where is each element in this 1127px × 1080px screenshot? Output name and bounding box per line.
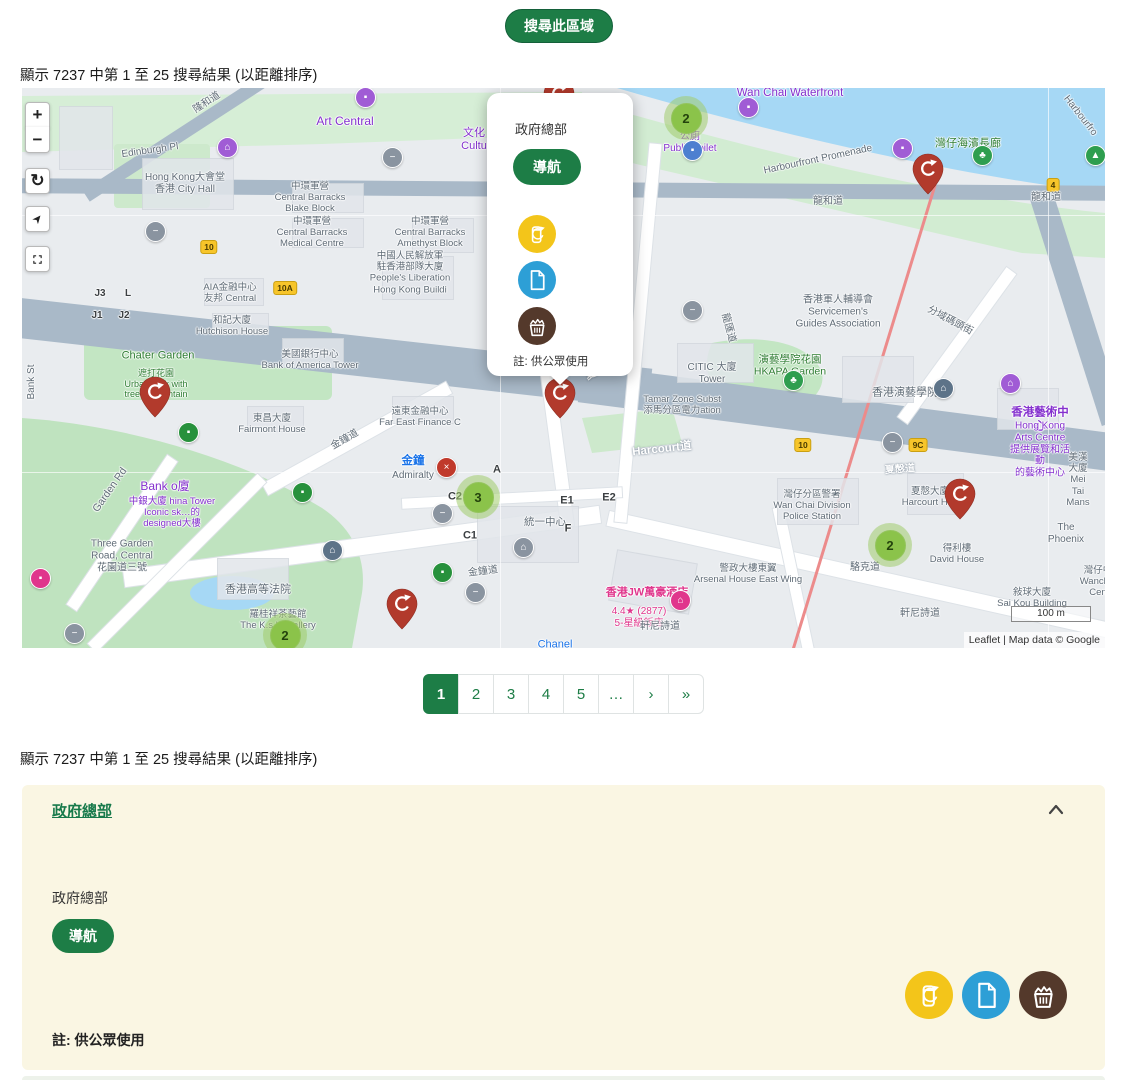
page-3[interactable]: 3 <box>493 674 529 714</box>
page-2[interactable]: 2 <box>458 674 494 714</box>
map-poi-icon: − <box>432 503 453 524</box>
route-shield: 10A <box>273 281 297 295</box>
map-building <box>392 396 454 424</box>
collapse-chevron-icon[interactable] <box>1043 797 1069 823</box>
map-poi-icon: − <box>145 221 166 242</box>
basket-recycling-icon <box>518 307 556 345</box>
map[interactable]: 1010A109C4 隆和道Edinburgh PlArt Central文化 … <box>22 88 1105 648</box>
popup-pointer <box>550 375 570 385</box>
map-poi-icon: ▪ <box>355 88 376 108</box>
tile-seam <box>22 472 1105 473</box>
marker-cluster[interactable]: 2 <box>868 523 912 567</box>
zoom-in-button[interactable]: + <box>25 102 50 128</box>
map-building <box>677 343 754 383</box>
route-shield: 9C <box>909 438 928 452</box>
pagination: 12345…›» <box>0 674 1127 714</box>
page-5[interactable]: 5 <box>563 674 599 714</box>
tile-seam <box>1048 88 1049 648</box>
map-building <box>842 356 914 403</box>
next-result-card-edge <box>22 1076 1105 1080</box>
result-title-link[interactable]: 政府總部 <box>52 800 112 821</box>
map-poi-icon: ⌂ <box>322 540 343 561</box>
map-poi-icon: ⌂ <box>513 537 534 558</box>
route-shield: 10 <box>794 438 811 452</box>
page-ellipsis[interactable]: … <box>598 674 634 714</box>
can-recycling-icon <box>905 971 953 1019</box>
map-poi-icon: ▪ <box>30 568 51 589</box>
map-attribution: Leaflet | Map data © Google <box>964 632 1105 648</box>
map-poi-icon: − <box>682 300 703 321</box>
map-poi-icon: ▪ <box>738 97 759 118</box>
map-marker-pin[interactable] <box>139 376 171 418</box>
map-poi-icon: ▪ <box>432 562 453 583</box>
page-next[interactable]: › <box>633 674 669 714</box>
result-facility-name: 政府總部 <box>52 888 108 908</box>
marker-cluster[interactable]: 2 <box>664 96 708 140</box>
can-recycling-icon <box>518 215 556 253</box>
page-4[interactable]: 4 <box>528 674 564 714</box>
map-building <box>59 106 113 170</box>
map-building <box>212 313 269 335</box>
map-poi-icon: − <box>465 582 486 603</box>
results-summary-top: 顯示 7237 中第 1 至 25 搜尋結果 (以距離排序) <box>20 64 317 85</box>
map-building <box>777 478 859 525</box>
map-poi-icon: ⌂ <box>670 590 691 611</box>
map-marker-pin[interactable] <box>912 153 944 195</box>
route-shield: 4 <box>1047 178 1060 192</box>
map-building <box>204 278 264 306</box>
result-facility-icons <box>905 971 1067 1019</box>
map-poi-icon: − <box>882 432 903 453</box>
popup-title: 政府總部 <box>515 119 567 138</box>
results-summary-bottom: 顯示 7237 中第 1 至 25 搜尋結果 (以距離排序) <box>20 748 317 769</box>
map-building <box>997 388 1059 430</box>
map-building <box>282 338 344 368</box>
popup-facility-icons <box>518 215 556 345</box>
map-building <box>142 158 234 210</box>
map-poi-icon: ▪ <box>292 482 313 503</box>
map-poi-icon: − <box>64 623 85 644</box>
map-building <box>217 558 289 600</box>
map-poi-icon: − <box>382 147 403 168</box>
result-note: 註: 供公眾使用 <box>52 1030 145 1050</box>
map-building <box>292 218 364 248</box>
reload-button[interactable]: ↻ <box>25 168 50 194</box>
page-last[interactable]: » <box>668 674 704 714</box>
result-card: 政府總部 政府總部 導航 註: 供公眾使用 <box>22 785 1105 1070</box>
basket-recycling-icon <box>1019 971 1067 1019</box>
map-marker-pin[interactable] <box>386 588 418 630</box>
map-poi-icon: ♣ <box>783 370 804 391</box>
map-popup: 政府總部 導航 註: 供公眾使用 <box>487 93 633 376</box>
map-poi-icon: ⌂ <box>217 137 238 158</box>
search-this-area-button[interactable]: 搜尋此區域 <box>505 9 613 43</box>
map-building <box>292 183 364 213</box>
paper-recycling-icon <box>518 261 556 299</box>
map-poi-icon: ♣ <box>972 145 993 166</box>
map-poi-icon: ▪ <box>892 138 913 159</box>
map-marker-pin[interactable] <box>944 478 976 520</box>
map-building <box>247 406 304 432</box>
popup-note: 註: 供公眾使用 <box>513 353 588 369</box>
result-navigate-button[interactable]: 導航 <box>52 919 114 953</box>
map-poi-icon: ▲ <box>1085 145 1105 166</box>
fullscreen-button[interactable] <box>25 246 50 272</box>
map-building <box>412 218 474 253</box>
map-poi-icon: ▪ <box>682 140 703 161</box>
map-scale-bar: 100 m <box>1011 606 1091 622</box>
map-poi-icon: ⌂ <box>933 378 954 399</box>
popup-navigate-button[interactable]: 導航 <box>513 149 581 185</box>
page-1[interactable]: 1 <box>423 674 459 714</box>
map-building <box>382 256 454 300</box>
route-shield: 10 <box>200 240 217 254</box>
map-poi-icon: × <box>436 457 457 478</box>
locate-button[interactable] <box>25 206 50 232</box>
map-poi-icon: ⌂ <box>1000 373 1021 394</box>
map-poi-icon: ▪ <box>178 422 199 443</box>
marker-cluster[interactable]: 3 <box>456 475 500 519</box>
zoom-out-button[interactable]: − <box>25 127 50 153</box>
paper-recycling-icon <box>962 971 1010 1019</box>
